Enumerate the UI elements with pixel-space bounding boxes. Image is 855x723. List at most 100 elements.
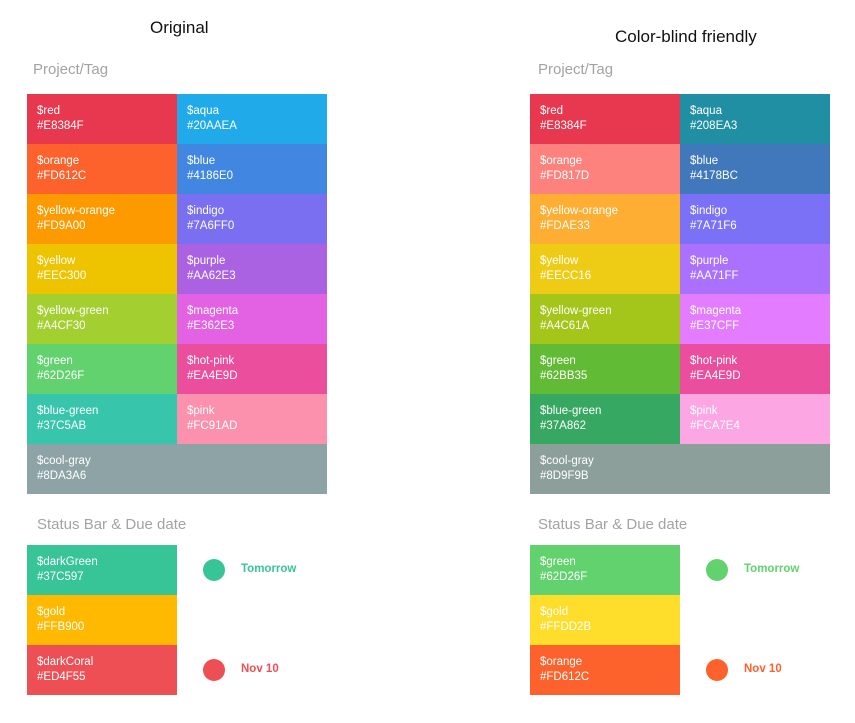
swatch-name: $aqua — [690, 105, 722, 117]
colorblind-swatch-hot-pink: $hot-pink #EA4E9D — [680, 344, 830, 394]
swatch-name: $orange — [37, 155, 80, 167]
swatch-name: $blue — [187, 155, 216, 167]
original-swatch-pink: $pink #FC91AD — [177, 394, 327, 444]
swatch-name: $green — [540, 556, 576, 568]
swatch-name: $orange — [540, 155, 583, 167]
colorblind-swatch-aqua: $aqua #208EA3 — [680, 94, 830, 144]
colorblind-swatch-yellow-green: $yellow-green #A4C61A — [530, 294, 680, 344]
original-swatch-blue-green: $blue-green #37C5AB — [27, 394, 177, 444]
swatch-hex: #FDAE33 — [540, 220, 590, 232]
swatch-hex: #FCA7E4 — [690, 420, 740, 432]
original-swatch-hot-pink: $hot-pink #EA4E9D — [177, 344, 327, 394]
swatch-hex: #62D26F — [37, 370, 85, 382]
swatch-hex: #7A71F6 — [690, 220, 737, 232]
swatch-hex: #37C5AB — [37, 420, 87, 432]
swatch-hex: #62D26F — [540, 571, 588, 583]
swatch-name: $purple — [690, 255, 729, 267]
swatch-hex: #208EA3 — [690, 120, 738, 132]
original-swatch-yellow: $yellow #EEC300 — [27, 244, 177, 294]
swatch-hex: #FD612C — [37, 170, 87, 182]
swatch-name: $pink — [690, 405, 718, 417]
swatch-name: $blue — [690, 155, 719, 167]
swatch-name: $green — [37, 355, 73, 367]
colorblind-tomorrow-label: Tomorrow — [744, 563, 800, 575]
swatch-name: $yellow-green — [540, 305, 612, 317]
original-tomorrow-dot — [203, 559, 225, 581]
swatch-hex: #FFDD2B — [540, 621, 592, 633]
swatch-hex: #37A862 — [540, 420, 587, 432]
colorblind-status-swatch-green: $green #62D26F — [530, 545, 680, 595]
colorblind-status-swatch-gold: $gold #FFDD2B — [530, 595, 680, 645]
original-swatch-orange: $orange #FD612C — [27, 144, 177, 194]
swatch-name: $yellow-orange — [540, 205, 618, 217]
swatch-name: $darkGreen — [37, 556, 98, 568]
swatch-hex: #FD817D — [540, 170, 590, 182]
swatch-hex: #20AAEA — [187, 120, 237, 132]
swatch-hex: #7A6FF0 — [187, 220, 235, 232]
original-due-date-label: Nov 10 — [241, 663, 279, 675]
colorblind-swatch-orange: $orange #FD817D — [530, 144, 680, 194]
original-swatch-purple: $purple #AA62E3 — [177, 244, 327, 294]
swatch-hex: #8DA3A6 — [37, 470, 87, 482]
swatch-hex: #FD9A00 — [37, 220, 86, 232]
swatch-hex: #EECC16 — [540, 270, 592, 282]
swatch-name: $pink — [187, 405, 215, 417]
original-swatch-aqua: $aqua #20AAEA — [177, 94, 327, 144]
swatch-name: $gold — [540, 606, 569, 618]
swatch-hex: #AA62E3 — [187, 270, 236, 282]
colorblind-swatch-purple: $purple #AA71FF — [680, 244, 830, 294]
swatch-hex: #8D9F9B — [540, 470, 589, 482]
swatch-hex: #FC91AD — [187, 420, 238, 432]
swatch-hex: #EA4E9D — [187, 370, 238, 382]
original-status-swatch-darkCoral: $darkCoral #ED4F55 — [27, 645, 177, 695]
swatch-name: $hot-pink — [690, 355, 738, 367]
swatch-name: $hot-pink — [187, 355, 235, 367]
swatch-name: $red — [540, 105, 564, 117]
swatch-name: $aqua — [187, 105, 219, 117]
swatch-name: $cool-gray — [540, 455, 594, 467]
swatch-name: $red — [37, 105, 61, 117]
colorblind-column-title: Color-blind friendly — [615, 27, 757, 46]
original-project-tag-heading: Project/Tag — [33, 61, 109, 78]
swatch-hex: #FFB900 — [37, 621, 85, 633]
swatch-hex: #62BB35 — [540, 370, 588, 382]
swatch-name: $yellow — [37, 255, 76, 267]
colorblind-status-swatch-orange: $orange #FD612C — [530, 645, 680, 695]
colorblind-tomorrow-dot — [706, 559, 728, 581]
swatch-name: $orange — [540, 656, 583, 668]
swatch-hex: #A4C61A — [540, 320, 590, 332]
colorblind-swatch-blue: $blue #4178BC — [680, 144, 830, 194]
swatch-name: $indigo — [690, 205, 728, 217]
swatch-name: $green — [540, 355, 576, 367]
original-swatch-blue: $blue #4186E0 — [177, 144, 327, 194]
original-due-date-dot — [203, 659, 225, 681]
colorblind-swatch-yellow-orange: $yellow-orange #FDAE33 — [530, 194, 680, 244]
swatch-name: $darkCoral — [37, 656, 94, 668]
swatch-name: $yellow-green — [37, 305, 109, 317]
swatch-name: $magenta — [690, 305, 742, 317]
original-swatch-magenta: $magenta #E362E3 — [177, 294, 327, 344]
swatch-hex: #E8384F — [540, 120, 587, 132]
colorblind-swatch-green: $green #62BB35 — [530, 344, 680, 394]
colorblind-swatch-red: $red #E8384F — [530, 94, 680, 144]
colorblind-swatch-pink: $pink #FCA7E4 — [680, 394, 830, 444]
original-swatch-yellow-orange: $yellow-orange #FD9A00 — [27, 194, 177, 244]
swatch-hex: #E8384F — [37, 120, 84, 132]
swatch-hex: #EA4E9D — [690, 370, 741, 382]
swatch-name: $gold — [37, 606, 66, 618]
swatch-hex: #37C597 — [37, 571, 84, 583]
colorblind-project-tag-heading: Project/Tag — [538, 61, 614, 78]
original-status-swatch-gold: $gold #FFB900 — [27, 595, 177, 645]
swatch-hex: #4178BC — [690, 170, 738, 182]
swatch-name: $purple — [187, 255, 226, 267]
swatch-name: $blue-green — [540, 405, 602, 417]
swatch-name: $indigo — [187, 205, 225, 217]
swatch-name: $yellow — [540, 255, 579, 267]
original-tomorrow-label: Tomorrow — [241, 563, 297, 575]
original-swatch-cool-gray: $cool-gray #8DA3A6 — [27, 444, 327, 494]
original-swatch-green: $green #62D26F — [27, 344, 177, 394]
swatch-name: $blue-green — [37, 405, 99, 417]
original-column-title: Original — [150, 18, 209, 37]
swatch-name: $cool-gray — [37, 455, 91, 467]
colorblind-swatch-indigo: $indigo #7A71F6 — [680, 194, 830, 244]
